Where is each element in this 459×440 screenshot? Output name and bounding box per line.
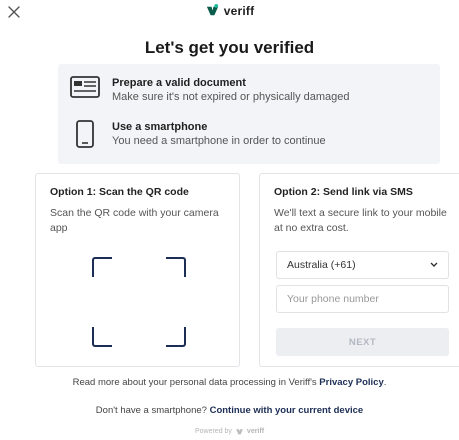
option-qr-title: Option 1: Scan the QR code bbox=[50, 186, 189, 198]
powered-by: Powered by veriff bbox=[0, 427, 459, 436]
requirement-document: Prepare a valid document Make sure it's … bbox=[68, 76, 350, 105]
option-sms-description: We'll text a secure link to your mobile … bbox=[274, 207, 447, 234]
phone-number-input[interactable] bbox=[276, 285, 449, 313]
requirement-smartphone: Use a smartphone You need a smartphone i… bbox=[68, 120, 326, 149]
requirement-description: Make sure it's not expired or physically… bbox=[112, 91, 350, 103]
smartphone-icon bbox=[76, 120, 94, 148]
id-card-icon bbox=[70, 76, 100, 98]
option-qr-description: Scan the QR code with your camera app bbox=[50, 207, 219, 234]
chevron-down-icon bbox=[430, 262, 438, 267]
veriff-logo-icon bbox=[206, 3, 218, 16]
qr-corner bbox=[166, 257, 186, 277]
privacy-end: . bbox=[383, 377, 387, 388]
country-code-select[interactable]: Australia (+61) bbox=[276, 251, 449, 279]
continue-current-device-link[interactable]: Continue with your current device bbox=[210, 405, 364, 416]
privacy-notice: Read more about your personal data proce… bbox=[0, 377, 459, 388]
requirements-panel: Prepare a valid document Make sure it's … bbox=[58, 64, 440, 164]
requirement-title: Use a smartphone bbox=[112, 121, 208, 133]
qr-code-frame bbox=[92, 257, 186, 347]
option-sms-title: Option 2: Send link via SMS bbox=[274, 186, 413, 198]
privacy-text: Read more about your personal data proce… bbox=[72, 377, 320, 388]
next-button[interactable]: NEXT bbox=[276, 328, 449, 356]
option-qr-card: Option 1: Scan the QR code Scan the QR c… bbox=[35, 173, 240, 367]
qr-corner bbox=[92, 327, 112, 347]
requirement-title: Prepare a valid document bbox=[112, 77, 246, 89]
page-title: Let's get you verified bbox=[144, 38, 315, 57]
qr-corner bbox=[166, 327, 186, 347]
privacy-policy-link[interactable]: Privacy Policy bbox=[319, 377, 383, 388]
powered-by-brand: veriff bbox=[246, 428, 265, 435]
requirement-description: You need a smartphone in order to contin… bbox=[112, 135, 326, 147]
country-code-value: Australia (+61) bbox=[287, 259, 356, 271]
option-sms-card: Option 2: Send link via SMS We'll text a… bbox=[259, 173, 459, 367]
veriff-logo-icon bbox=[236, 429, 243, 435]
qr-corner bbox=[92, 257, 112, 277]
brand-name: veriff bbox=[223, 3, 255, 18]
powered-by-text: Powered by bbox=[194, 428, 232, 435]
brand-logo: veriff bbox=[0, 3, 459, 18]
device-text: Don't have a smartphone? bbox=[95, 405, 210, 416]
device-notice: Don't have a smartphone? Continue with y… bbox=[0, 405, 459, 416]
